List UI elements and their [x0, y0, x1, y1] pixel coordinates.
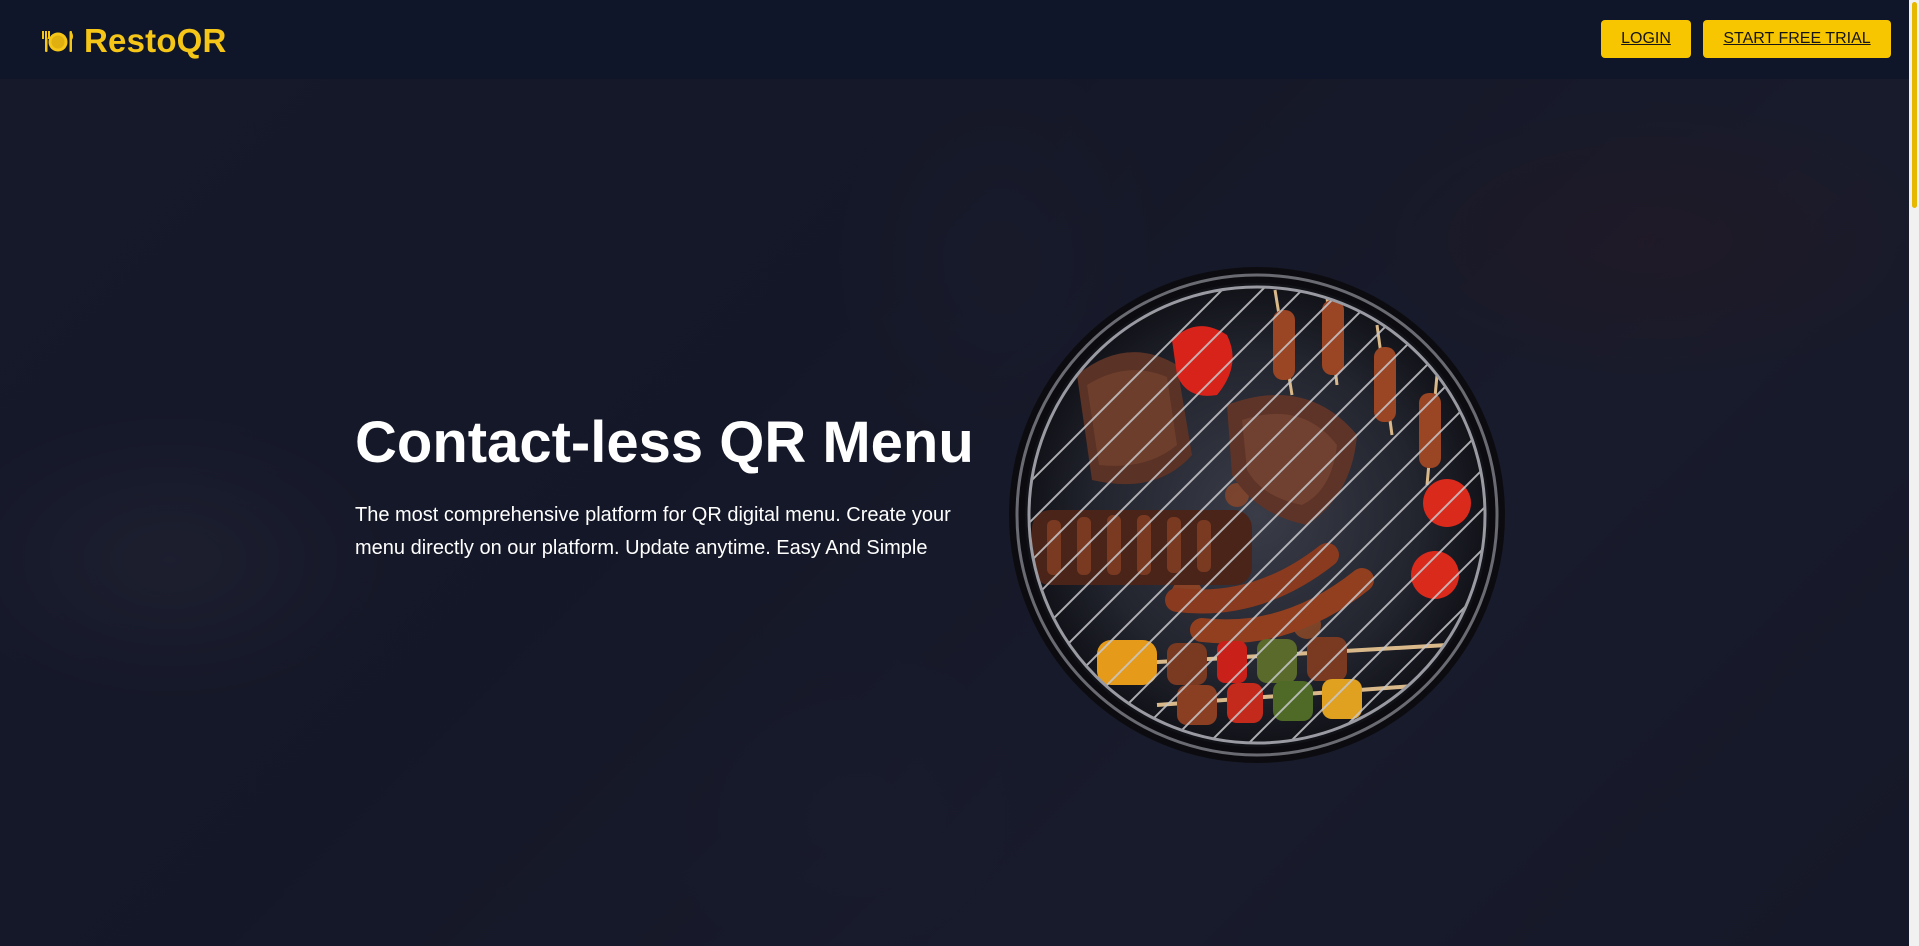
brand-name: RestoQR [84, 22, 227, 59]
hero-content: Contact-less QR Menu The most comprehens… [355, 408, 975, 565]
barbecue-grill-image [1007, 265, 1507, 765]
hero-headline: Contact-less QR Menu [355, 410, 974, 475]
plate-cutlery-icon [41, 27, 75, 55]
login-button[interactable]: LOGIN [1601, 20, 1691, 58]
top-navbar: RestoQR LOGIN START FREE TRIAL [0, 0, 1909, 79]
hero-subtext: The most comprehensive platform for QR d… [355, 504, 951, 559]
start-free-trial-button[interactable]: START FREE TRIAL [1703, 20, 1891, 58]
brand-logo[interactable]: RestoQR [41, 22, 227, 60]
scrollbar-thumb[interactable] [1912, 2, 1917, 208]
